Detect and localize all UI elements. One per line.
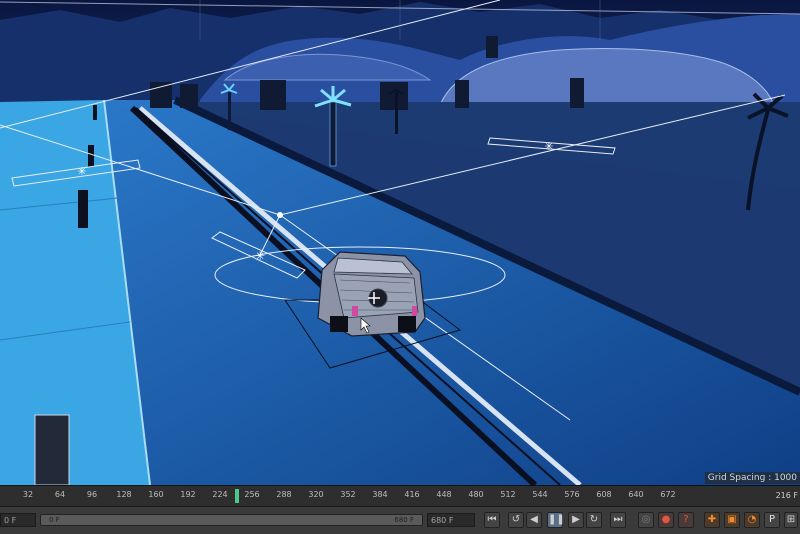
light-icon-2[interactable]: ✳ [544, 140, 553, 153]
grid-spacing-label: Grid Spacing : 1000 [704, 472, 800, 484]
help-icon[interactable]: ? [678, 512, 694, 528]
timeline-tick-label: 576 [564, 490, 580, 499]
timeline-tick-label: 640 [628, 490, 644, 499]
record-icon[interactable]: ● [658, 512, 674, 528]
playback-controls: 0 F 0 F 680 F 680 F ⏮ ↺ ◀ ❚❚ ▶ ↻ ⏭ ◎ ● ?… [0, 506, 800, 534]
scale-key-icon[interactable]: ▣ [724, 512, 740, 528]
timeline-tick-label: 256 [244, 490, 260, 499]
play-reverse-icon[interactable]: ◀ [526, 512, 542, 528]
timeline-tick-label: 320 [308, 490, 324, 499]
light-icon-3[interactable]: ✳ [255, 249, 265, 263]
building-2 [180, 84, 198, 108]
timeline-tick-label: 384 [372, 490, 388, 499]
timeline-tick-label: 160 [148, 490, 164, 499]
post-2 [88, 145, 94, 167]
step-back-icon[interactable]: ↺ [508, 512, 524, 528]
building-5 [455, 80, 469, 108]
post-1 [78, 190, 88, 228]
building-1 [150, 82, 172, 108]
timeline-ruler[interactable]: 32 64 96 128 160 192 224 256 288 320 352 384 416 448 4… [0, 485, 800, 506]
timeline-tick-label: 352 [340, 490, 356, 499]
playhead[interactable] [235, 489, 239, 503]
timeline-tick-label: 608 [596, 490, 612, 499]
building-3 [260, 80, 286, 110]
suv-model[interactable] [317, 251, 426, 337]
record-disabled-icon[interactable]: ◎ [638, 512, 654, 528]
ruler-ticks: 32 64 96 128 160 192 224 256 288 320 352 384 416 448 4… [0, 486, 800, 506]
go-to-end-icon[interactable]: ⏭ [610, 512, 626, 528]
light-icon-1[interactable]: ✳ [77, 165, 86, 178]
timeline-tick-label: 288 [276, 490, 292, 499]
timeline-tick-label: 672 [660, 490, 676, 499]
current-frame-label: 216 F [775, 491, 798, 500]
timeline-tick-label: 224 [212, 490, 228, 499]
range-end-label: 680 F [394, 516, 414, 524]
timeline-tick-label: 480 [468, 490, 484, 499]
wall-panel [34, 414, 70, 485]
pla-key-icon[interactable]: ⊞ [784, 512, 798, 528]
go-to-start-icon[interactable]: ⏮ [484, 512, 500, 528]
timeline-tick-label: 512 [500, 490, 516, 499]
post-3 [93, 105, 97, 120]
timeline-tick-label: 448 [436, 490, 452, 499]
timeline-tick-label: 416 [404, 490, 420, 499]
timeline-tick-label: 96 [86, 490, 98, 499]
timeline-tick-label: 128 [116, 490, 132, 499]
max-frame-field[interactable]: 680 F [427, 513, 475, 527]
param-key-icon[interactable]: P [764, 512, 780, 528]
move-key-icon[interactable]: ✚ [704, 512, 720, 528]
timeline-tick-label: 64 [54, 490, 66, 499]
step-forward-icon[interactable]: ↻ [586, 512, 602, 528]
timeline-tick-label: 192 [180, 490, 196, 499]
start-frame-field[interactable]: 0 F [0, 513, 36, 527]
building-7 [486, 36, 498, 58]
scene-render: ✳ ✳ ✳ [0, 0, 800, 485]
building-4 [380, 82, 408, 110]
rotate-key-icon[interactable]: ◔ [744, 512, 760, 528]
preview-range-slider[interactable]: 0 F 680 F [40, 514, 423, 526]
building-6 [570, 78, 584, 108]
play-forward-icon[interactable]: ▶ [568, 512, 584, 528]
pause-icon[interactable]: ❚❚ [547, 512, 565, 528]
timeline-tick-label: 32 [22, 490, 34, 499]
target-handle[interactable] [277, 212, 283, 218]
3d-viewport[interactable]: ✳ ✳ ✳ Grid Spacing : 1000 [0, 0, 800, 485]
timeline-tick-label: 544 [532, 490, 548, 499]
range-start-label: 0 F [49, 516, 60, 524]
cinema4d-editor: ✳ ✳ ✳ Grid Spacing : 1000 32 64 96 128 1… [0, 0, 800, 534]
